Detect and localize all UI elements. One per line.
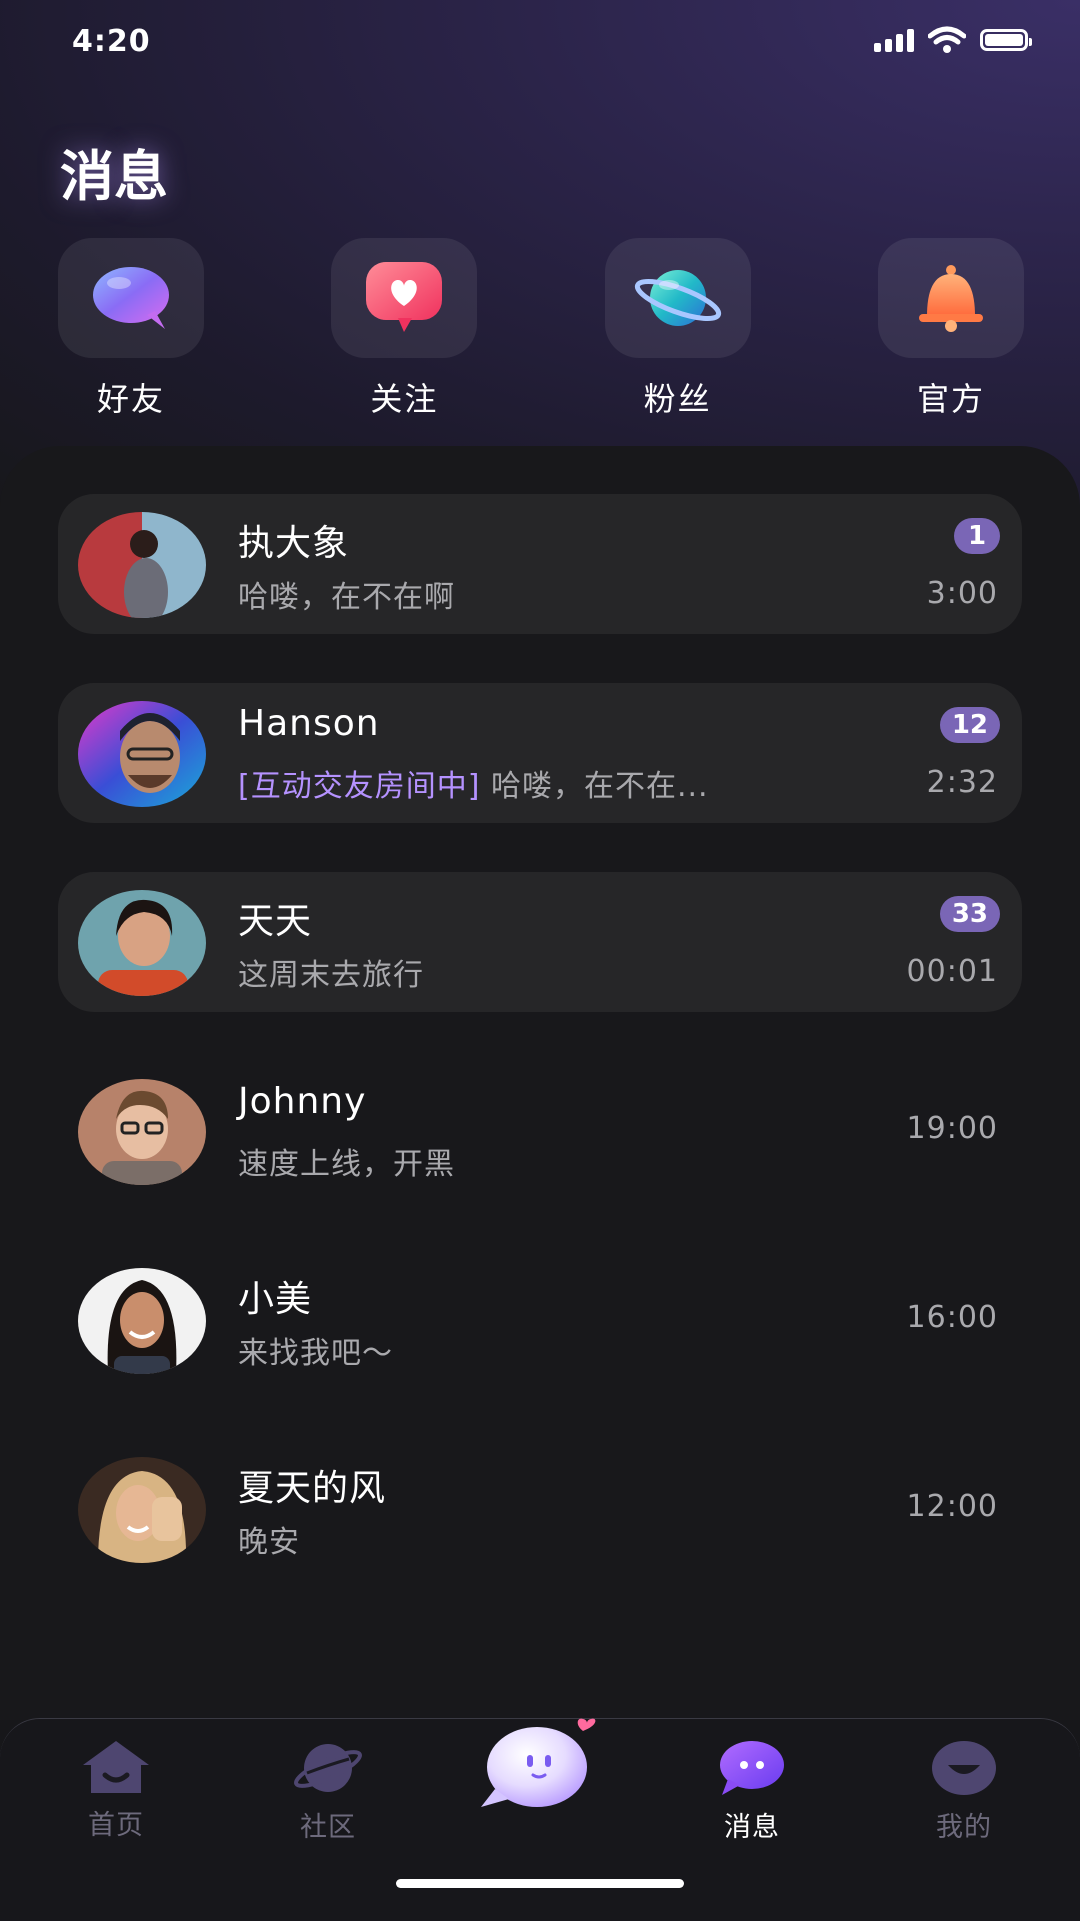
chat-time: 16:00: [906, 1300, 998, 1335]
chat-item[interactable]: Johnny 速度上线，开黑 19:00: [58, 1061, 1022, 1201]
message-icon: [720, 1741, 784, 1795]
category-friends-box: [58, 238, 204, 358]
tab-center-mascot[interactable]: [470, 1715, 610, 1823]
chat-time: 00:01: [906, 954, 998, 989]
chat-message: [互动交友房间中] 哈喽，在不在...: [238, 761, 709, 805]
category-following-label: 关注: [370, 380, 439, 418]
tab-home[interactable]: 首页: [46, 1739, 186, 1842]
chat-name: 天天: [238, 901, 313, 942]
category-friends-label: 好友: [96, 380, 165, 418]
unread-badge: 1: [954, 518, 1000, 554]
status-icons: [874, 26, 1032, 54]
category-fans[interactable]: 粉丝: [604, 238, 751, 420]
avatar-image: [78, 701, 206, 807]
profile-icon: [932, 1741, 996, 1795]
mascot-icon: [481, 1718, 596, 1807]
category-fans-label: 粉丝: [643, 380, 712, 418]
avatar-image: [78, 1079, 206, 1185]
unread-badge: 33: [939, 896, 1000, 932]
chat-time: 19:00: [906, 1111, 998, 1146]
bell-icon: [918, 265, 983, 332]
chat-item[interactable]: 夏天的风 晚安 12:00: [58, 1439, 1022, 1579]
chat-name: Hanson: [238, 703, 380, 744]
chat-list: 执大象 哈喽，在不在啊 1 3:00 Hanson [互动交友房间中] 哈喽，在…: [58, 494, 1022, 1628]
chat-message: 晚安: [238, 1525, 300, 1560]
home-icon: [83, 1741, 149, 1793]
chat-name: Johnny: [238, 1081, 367, 1122]
status-bar: 4:20: [0, 0, 1080, 90]
chat-name: 夏天的风: [238, 1468, 387, 1509]
home-indicator[interactable]: [396, 1879, 684, 1888]
category-following[interactable]: 关注: [331, 238, 478, 420]
chat-message: 速度上线，开黑: [238, 1147, 455, 1182]
tab-home-label: 首页: [88, 1810, 144, 1841]
chat-item[interactable]: Hanson [互动交友房间中] 哈喽，在不在... 12 2:32: [58, 683, 1022, 823]
heart-bubble-icon: [366, 262, 443, 332]
chat-item[interactable]: 天天 这周末去旅行 33 00:01: [58, 872, 1022, 1012]
category-official-box: [877, 238, 1024, 358]
chat-name: 小美: [238, 1279, 313, 1320]
chat-name: 执大象: [238, 523, 350, 564]
planet-icon: [634, 270, 721, 326]
avatar: [78, 1268, 206, 1374]
unread-badge: 12: [939, 707, 1000, 743]
chat-time: 3:00: [926, 576, 998, 611]
avatar-image: [78, 1268, 206, 1374]
page-title: 消息: [60, 145, 168, 208]
category-row: 好友 关注 粉丝 官方: [58, 238, 1024, 420]
planet-icon: [294, 1744, 362, 1792]
avatar-image: [78, 512, 206, 618]
chat-bubble-icon: [93, 267, 169, 329]
wifi-icon: [928, 26, 966, 53]
avatar-image: [78, 890, 206, 996]
category-friends[interactable]: 好友: [58, 238, 204, 420]
avatar: [78, 701, 206, 807]
category-official-label: 官方: [916, 380, 985, 418]
signal-icon: [874, 28, 914, 52]
chat-status-tag: [互动交友房间中]: [238, 769, 481, 804]
chat-item[interactable]: 小美 来找我吧～ 16:00: [58, 1250, 1022, 1390]
tab-community-label: 社区: [300, 1812, 356, 1843]
battery-icon: [980, 29, 1032, 51]
chat-message-text: 哈喽，在不在...: [480, 769, 709, 804]
tab-community[interactable]: 社区: [258, 1739, 398, 1844]
avatar: [78, 1457, 206, 1563]
chat-time: 2:32: [926, 765, 998, 800]
chat-message: 哈喽，在不在啊: [238, 580, 455, 615]
chat-message: 这周末去旅行: [238, 958, 424, 993]
avatar-image: [78, 1457, 206, 1563]
avatar: [78, 890, 206, 996]
tab-messages-label: 消息: [724, 1812, 780, 1843]
category-following-box: [331, 238, 478, 358]
avatar: [78, 512, 206, 618]
chat-message: 来找我吧～: [238, 1336, 393, 1371]
tab-profile-label: 我的: [936, 1812, 992, 1843]
tab-profile[interactable]: 我的: [894, 1739, 1034, 1844]
status-time: 4:20: [72, 24, 151, 59]
tab-bar: 首页 社区 消息 我的: [0, 1718, 1080, 1921]
chat-time: 12:00: [906, 1489, 998, 1524]
avatar: [78, 1079, 206, 1185]
chat-item[interactable]: 执大象 哈喽，在不在啊 1 3:00: [58, 494, 1022, 634]
tab-messages[interactable]: 消息: [682, 1739, 822, 1844]
category-fans-box: [604, 238, 751, 358]
category-official[interactable]: 官方: [877, 238, 1024, 420]
